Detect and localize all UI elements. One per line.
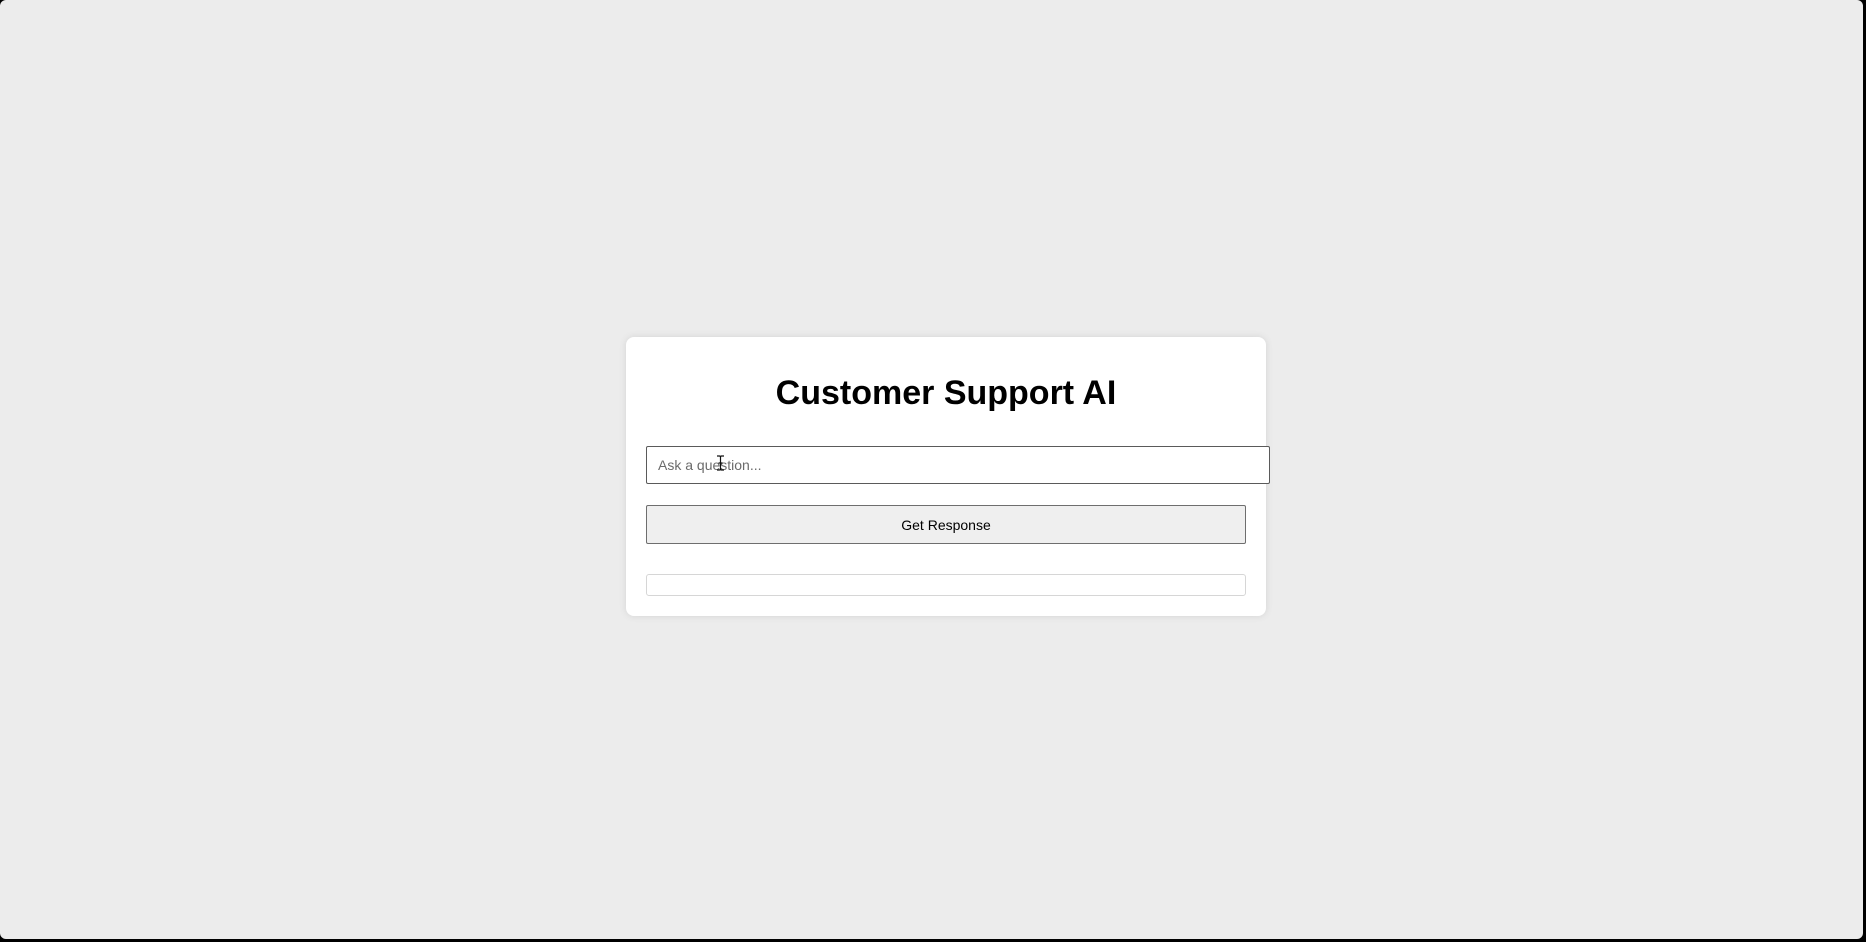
page-viewport: Customer Support AI Get Response [0, 0, 1863, 939]
response-output [646, 574, 1246, 596]
question-input[interactable] [646, 446, 1270, 484]
support-card: Customer Support AI Get Response [626, 337, 1270, 616]
get-response-button[interactable]: Get Response [646, 505, 1246, 544]
page-title: Customer Support AI [775, 374, 1117, 412]
